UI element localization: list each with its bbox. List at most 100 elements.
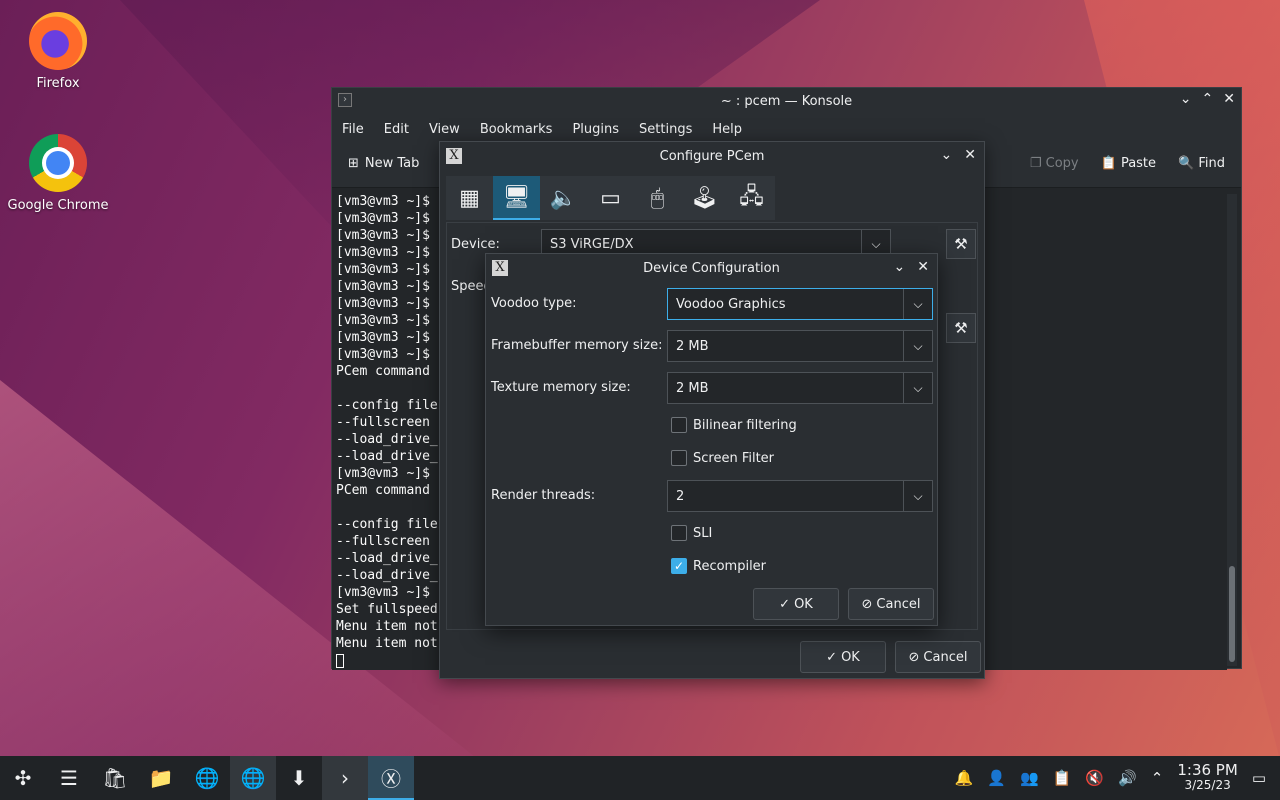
secondary-configure-button[interactable]: ⚒ <box>946 313 976 343</box>
configure-cancel-button[interactable]: ⊘ Cancel <box>895 641 981 673</box>
tab-joystick[interactable]: 🕹 <box>681 176 728 220</box>
device-ok-button[interactable]: ✓ OK <box>753 588 839 620</box>
cancel-icon: ⊘ <box>908 649 920 665</box>
terminal-scrollbar[interactable] <box>1227 194 1237 666</box>
render-threads-label: Render threads: <box>491 488 596 503</box>
close-icon[interactable]: ✕ <box>1223 91 1235 107</box>
tab-drives[interactable]: ▭ <box>587 176 634 220</box>
window-title: ~ : pcem — Konsole <box>720 93 853 109</box>
terminal-icon: › <box>341 766 349 790</box>
recompiler-checkbox[interactable]: ✓ Recompiler <box>671 558 766 574</box>
taskbar: ✣ ☰ 🛍 📁 🌐 🌐 ⬇ › Ⓧ 🔔 👤 👥 📋 🔇 🔊 ⌃ 1:36 PM … <box>0 756 1280 800</box>
network-icon: 🖧 <box>739 184 764 209</box>
tab-motherboard[interactable]: ▦ <box>446 176 493 220</box>
minimize-icon[interactable]: ⌄ <box>941 147 953 163</box>
chrome-icon <box>29 134 87 192</box>
taskbar-files[interactable]: 📁 <box>138 756 184 800</box>
x11-app-icon: X <box>446 148 462 164</box>
device-configuration-dialog: X Device Configuration ⌄ ✕ Voodoo type: … <box>485 253 938 626</box>
user-icon[interactable]: 👤 <box>987 769 1006 787</box>
device-configure-button[interactable]: ⚒ <box>946 229 976 259</box>
framebuffer-select[interactable]: 2 MB ⌵ <box>667 330 933 362</box>
taskbar-downloads[interactable]: ⬇ <box>276 756 322 800</box>
configure-ok-button[interactable]: ✓ OK <box>800 641 886 673</box>
tab-network[interactable]: 🖧 <box>728 176 775 220</box>
users-icon[interactable]: 👥 <box>1020 769 1039 787</box>
menubar: File Edit View Bookmarks Plugins Setting… <box>332 114 1241 144</box>
new-tab-button[interactable]: ⊞ New Tab <box>348 156 419 171</box>
tab-sound[interactable]: 🔈 <box>540 176 587 220</box>
dialog-titlebar[interactable]: X Device Configuration ⌄ ✕ <box>486 254 937 282</box>
taskbar-browser-2[interactable]: 🌐 <box>230 756 276 800</box>
notifications-icon[interactable]: 🔔 <box>955 769 974 787</box>
chevron-down-icon: ⌵ <box>903 481 932 511</box>
minimize-icon[interactable]: ⌄ <box>1180 91 1192 107</box>
desktop-icon-firefox[interactable]: Firefox <box>3 12 113 91</box>
taskbar-pcem[interactable]: Ⓧ <box>368 756 414 800</box>
screen-filter-checkbox[interactable]: Screen Filter <box>671 450 774 466</box>
tab-video[interactable]: 🖥 <box>493 176 540 220</box>
paste-button[interactable]: 📋 Paste <box>1101 156 1156 171</box>
show-desktop-icon[interactable]: ▭ <box>1252 769 1266 787</box>
checkbox-box[interactable] <box>671 525 687 541</box>
firefox-icon <box>29 12 87 70</box>
check-icon[interactable]: ✓ <box>671 558 687 574</box>
config-tabs: ▦ 🖥 🔈 ▭ 🖱 🕹 🖧 <box>446 176 775 220</box>
menu-help[interactable]: Help <box>712 122 742 137</box>
device-cancel-button[interactable]: ⊘ Cancel <box>848 588 934 620</box>
new-tab-icon: ⊞ <box>348 156 359 171</box>
menu-file[interactable]: File <box>342 122 364 137</box>
check-icon: ✓ <box>779 596 791 612</box>
menu-view[interactable]: View <box>429 122 460 137</box>
menu-settings[interactable]: Settings <box>639 122 692 137</box>
chevron-down-icon: ⌵ <box>903 331 932 361</box>
sliders-icon: ☰ <box>60 766 78 790</box>
dialog-titlebar[interactable]: X Configure PCem ⌄ ✕ <box>440 142 984 170</box>
konsole-titlebar[interactable]: › ~ : pcem — Konsole ⌄ ⌃ ✕ <box>332 88 1241 114</box>
chevron-up-icon[interactable]: ⌃ <box>1151 769 1164 787</box>
app-launcher-button[interactable]: ✣ <box>0 756 46 800</box>
clock[interactable]: 1:36 PM 3/25/23 <box>1177 763 1237 793</box>
motherboard-icon: ▦ <box>459 185 480 211</box>
menu-plugins[interactable]: Plugins <box>572 122 619 137</box>
render-threads-select[interactable]: 2 ⌵ <box>667 480 933 512</box>
voodoo-type-label: Voodoo type: <box>491 296 577 311</box>
close-icon[interactable]: ✕ <box>964 147 976 163</box>
desktop-icon-label: Firefox <box>36 76 80 91</box>
minimize-icon[interactable]: ⌄ <box>894 259 906 275</box>
copy-button[interactable]: ❐ Copy <box>1030 156 1079 171</box>
texture-select[interactable]: 2 MB ⌵ <box>667 372 933 404</box>
terminal-cursor <box>336 653 344 668</box>
clipboard-icon[interactable]: 📋 <box>1053 769 1072 787</box>
drive-icon: ▭ <box>600 185 621 211</box>
taskbar-settings[interactable]: ☰ <box>46 756 92 800</box>
mute-icon[interactable]: 🔇 <box>1085 769 1104 787</box>
folder-icon: 📁 <box>148 766 174 790</box>
dialog-title: Device Configuration <box>643 260 780 276</box>
voodoo-type-select[interactable]: Voodoo Graphics ⌵ <box>667 288 933 320</box>
tab-mouse[interactable]: 🖱 <box>634 176 681 220</box>
speaker-icon: 🔈 <box>549 185 578 211</box>
menu-bookmarks[interactable]: Bookmarks <box>480 122 553 137</box>
volume-icon[interactable]: 🔊 <box>1118 769 1137 787</box>
globe-icon: 🌐 <box>194 766 220 790</box>
find-button[interactable]: 🔍 Find <box>1178 156 1225 171</box>
checkbox-box[interactable] <box>671 450 687 466</box>
launcher-icon: ✣ <box>14 766 32 790</box>
desktop-icon-chrome[interactable]: Google Chrome <box>3 134 113 213</box>
terminal-icon[interactable]: › <box>338 93 352 107</box>
close-icon[interactable]: ✕ <box>917 259 929 275</box>
taskbar-discover[interactable]: 🛍 <box>92 756 138 800</box>
maximize-icon[interactable]: ⌃ <box>1202 91 1214 107</box>
sli-checkbox[interactable]: SLI <box>671 525 712 541</box>
menu-edit[interactable]: Edit <box>384 122 409 137</box>
scrollbar-thumb[interactable] <box>1229 566 1235 662</box>
taskbar-browser[interactable]: 🌐 <box>184 756 230 800</box>
bilinear-filtering-checkbox[interactable]: Bilinear filtering <box>671 417 797 433</box>
system-tray: 🔔 👤 👥 📋 🔇 🔊 ⌃ 1:36 PM 3/25/23 ▭ <box>955 756 1280 800</box>
checkbox-box[interactable] <box>671 417 687 433</box>
chevron-down-icon: ⌵ <box>903 289 932 319</box>
desktop-icon-label: Google Chrome <box>7 198 109 213</box>
tools-icon: ⚒ <box>954 319 968 337</box>
taskbar-konsole[interactable]: › <box>322 756 368 800</box>
